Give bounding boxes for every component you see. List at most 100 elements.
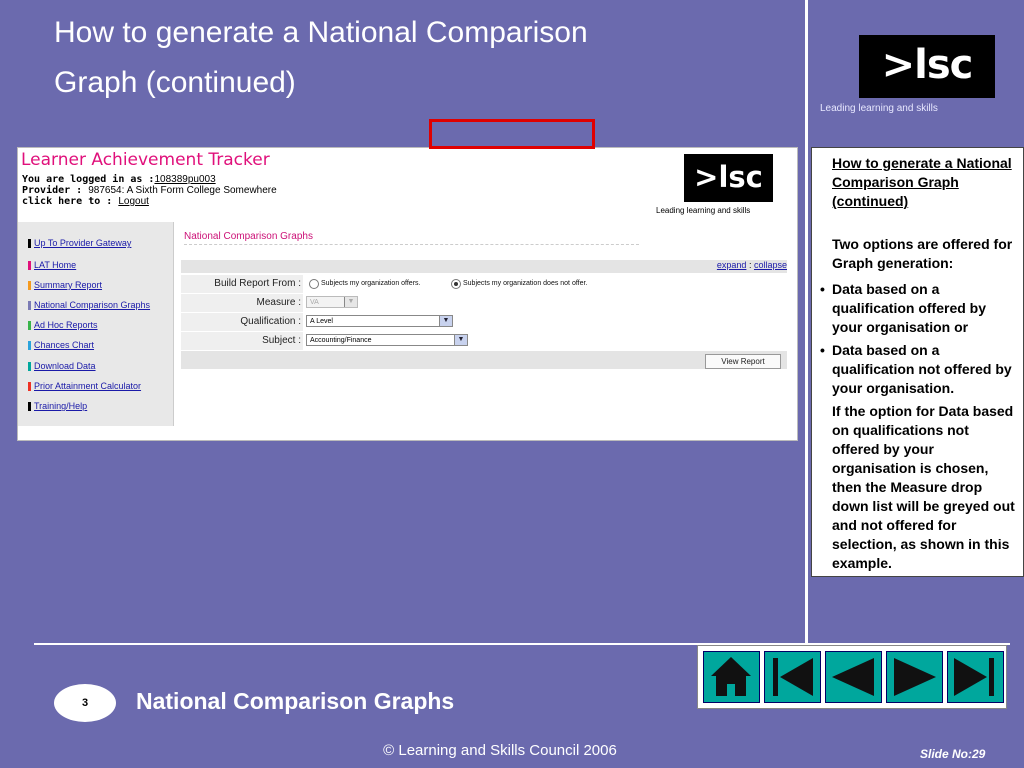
forward-icon — [894, 658, 936, 696]
section-heading: National Comparison Graphs — [184, 231, 639, 245]
info-intro: Two options are offered for Graph genera… — [832, 236, 1013, 271]
subject-select[interactable]: Accounting/Finance ▼ — [306, 334, 468, 346]
highlight-box — [429, 119, 595, 149]
subject-cell: Accounting/Finance ▼ — [303, 332, 787, 350]
measure-label: Measure : — [256, 297, 301, 308]
nav-item-lat-home[interactable]: LAT Home — [28, 260, 77, 270]
subject-label: Subject : — [262, 335, 301, 346]
last-slide-button[interactable] — [947, 651, 1004, 703]
build-report-options: Subjects my organization offers. Subject… — [303, 275, 787, 293]
nav-item-summary-report[interactable]: Summary Report — [28, 280, 103, 290]
nav-bullet — [28, 239, 31, 248]
slide-title: How to generate a National Comparison Gr… — [54, 8, 774, 108]
chevron-down-icon: ▼ — [439, 316, 452, 326]
measure-cell: VA ▼ — [303, 294, 787, 312]
nav-label: Prior Attainment Calculator — [34, 381, 142, 391]
previous-slide-button[interactable] — [825, 651, 882, 703]
info-panel: How to generate a National Comparison Gr… — [811, 147, 1024, 577]
section-title: National Comparison Graphs — [136, 688, 455, 714]
app-title: Learner Achievement Tracker — [21, 150, 270, 170]
measure-value: VA — [310, 299, 319, 306]
slide-no: Slide No:29 — [920, 747, 986, 761]
nav-item-provider-gateway[interactable]: Up To Provider Gateway — [28, 238, 132, 248]
provider-label: Provider : — [22, 185, 83, 196]
radio-not-offer[interactable] — [451, 279, 461, 289]
app-logo-tagline: Leading learning and skills — [656, 206, 751, 215]
chevron-down-icon: ▼ — [454, 335, 467, 345]
nav-item-national-comparison[interactable]: National Comparison Graphs — [28, 300, 151, 310]
subject-row: Subject : Accounting/Finance ▼ — [181, 332, 787, 351]
bullet-dot: • — [820, 342, 825, 358]
next-slide-button[interactable] — [886, 651, 943, 703]
qualification-row: Qualification : A Level ▼ — [181, 313, 787, 332]
qualification-label: Qualification : — [240, 316, 301, 327]
nav-label: LAT Home — [34, 260, 77, 270]
logged-in-line: You are logged in as :108389pu003 — [22, 174, 216, 185]
nav-label: Ad Hoc Reports — [34, 320, 98, 330]
logout-line: click here to : Logout — [22, 196, 149, 207]
slide-nav-bar — [697, 645, 1007, 709]
nav-label: Summary Report — [34, 280, 103, 290]
info-body: If the option for Data based on qualific… — [832, 403, 1015, 571]
nav-label: Download Data — [34, 361, 96, 371]
nav-label: National Comparison Graphs — [34, 300, 151, 310]
lat-screenshot: Learner Achievement Tracker You are logg… — [17, 147, 798, 441]
lsc-logo: >lsc — [859, 35, 995, 98]
skip-back-icon — [773, 658, 813, 696]
vertical-divider — [805, 0, 808, 643]
logo-tagline: Leading learning and skills — [820, 103, 938, 114]
expand-link[interactable]: expand — [717, 260, 747, 270]
view-report-button[interactable]: View Report — [705, 354, 781, 369]
home-icon — [711, 657, 751, 696]
nav-label: Up To Provider Gateway — [34, 238, 132, 248]
slide-title-line1: How to generate a National Comparison — [54, 16, 588, 49]
nav-bullet — [28, 341, 31, 350]
measure-select: VA ▼ — [306, 296, 358, 308]
copyright: © Learning and Skills Council 2006 — [383, 742, 617, 759]
skip-forward-icon — [954, 658, 994, 696]
form-footer-row: View Report — [181, 351, 787, 370]
slide-title-line2: Graph (continued) — [54, 66, 296, 99]
measure-row: Measure : VA ▼ — [181, 294, 787, 313]
provider-line: Provider : 987654: A Sixth Form College … — [22, 185, 277, 196]
nav-bullet — [28, 382, 31, 391]
info-title: How to generate a National Comparison Gr… — [832, 155, 1012, 209]
provider-value: 987654: A Sixth Form College Somewhere — [88, 185, 277, 196]
nav-bullet — [28, 281, 31, 290]
nav-bullet — [28, 362, 31, 371]
build-report-label: Build Report From : — [214, 278, 301, 289]
nav-bullet — [28, 301, 31, 310]
bullet-text: Data based on a qualification not offere… — [832, 342, 1012, 396]
nav-item-ad-hoc-reports[interactable]: Ad Hoc Reports — [28, 320, 98, 330]
app-lsc-logo: >lsc — [684, 154, 773, 202]
radio-not-offer-label: Subjects my organization does not offer. — [463, 280, 588, 287]
back-icon — [832, 658, 874, 696]
qualification-value: A Level — [310, 318, 333, 325]
qualification-cell: A Level ▼ — [303, 313, 787, 331]
bullet-dot: • — [820, 281, 825, 297]
nav-bullet — [28, 321, 31, 330]
nav-label: Training/Help — [34, 401, 88, 411]
radio-offers[interactable] — [309, 279, 319, 289]
nav-bullet — [28, 402, 31, 411]
subject-value: Accounting/Finance — [310, 337, 372, 344]
bullet-text: Data based on a qualification offered by… — [832, 281, 987, 335]
home-button[interactable] — [703, 651, 760, 703]
build-report-row: Build Report From : Subjects my organiza… — [181, 275, 787, 294]
form-toolbar: expand : collapse — [181, 260, 787, 273]
radio-offers-label: Subjects my organization offers. — [321, 280, 421, 287]
nav-item-training-help[interactable]: Training/Help — [28, 401, 88, 411]
logout-link[interactable]: Logout — [118, 196, 149, 207]
logged-in-label: You are logged in as : — [22, 174, 155, 185]
first-slide-button[interactable] — [764, 651, 821, 703]
chevron-down-icon: ▼ — [344, 297, 357, 307]
nav-bullet — [28, 261, 31, 270]
nav-item-prior-attainment[interactable]: Prior Attainment Calculator — [28, 381, 142, 391]
click-label: click here to : — [22, 196, 113, 207]
collapse-link[interactable]: collapse — [754, 260, 787, 270]
nav-label: Chances Chart — [34, 340, 95, 350]
nav-item-chances-chart[interactable]: Chances Chart — [28, 340, 95, 350]
qualification-select[interactable]: A Level ▼ — [306, 315, 453, 327]
nav-item-download-data[interactable]: Download Data — [28, 361, 96, 371]
report-form: expand : collapse Build Report From : Su… — [181, 260, 787, 370]
